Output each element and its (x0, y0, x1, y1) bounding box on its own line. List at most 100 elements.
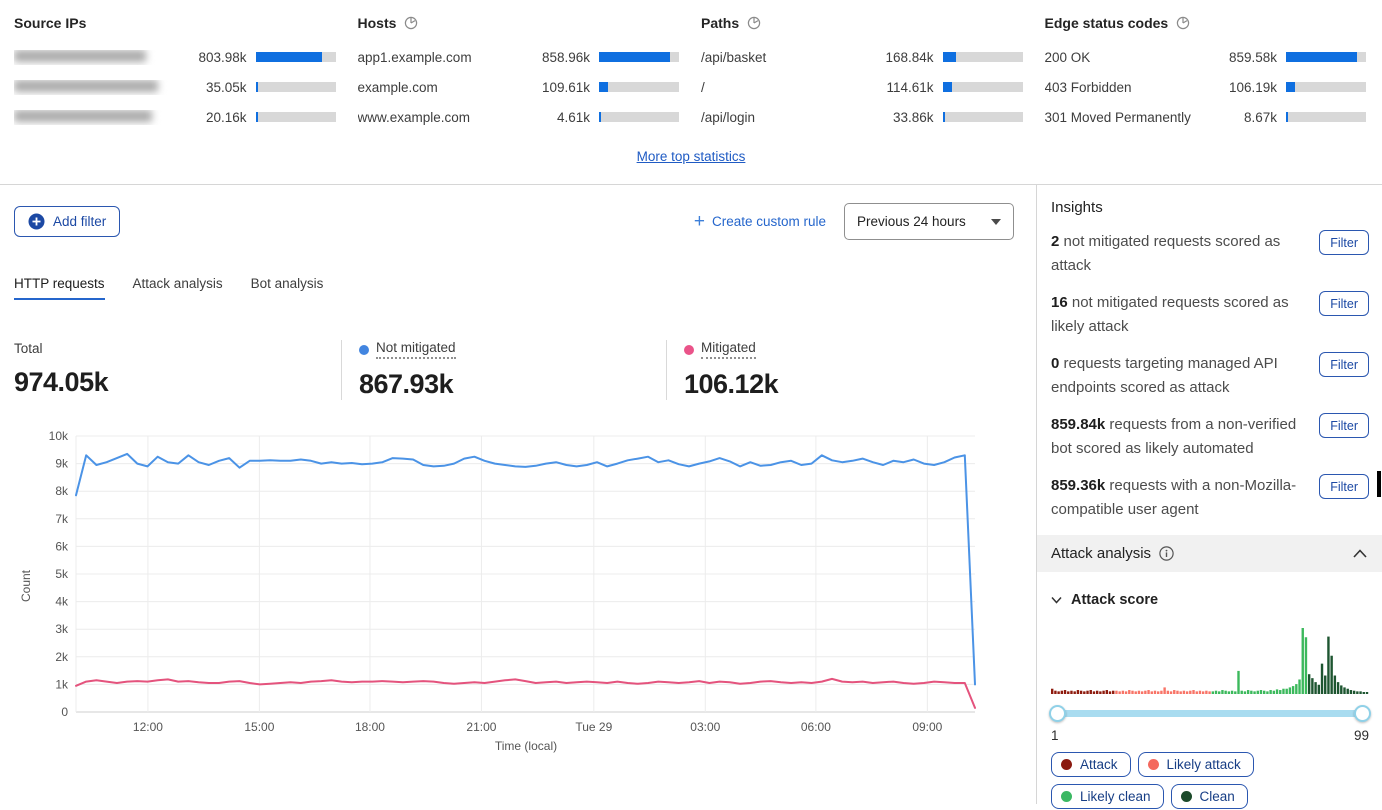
pie-chart-icon[interactable] (1176, 16, 1190, 30)
legend-dot (1061, 759, 1072, 770)
summary-card: Total974.05k (14, 340, 341, 400)
stat-row: 20.16k (14, 102, 336, 132)
tab-bot-analysis[interactable]: Bot analysis (251, 276, 324, 300)
stat-column-title-text: Hosts (358, 15, 397, 31)
stat-row-value: 4.61k (524, 110, 590, 125)
stat-row-bar (256, 82, 336, 92)
pie-chart-icon[interactable] (404, 16, 418, 30)
stat-row-bar-fill (599, 82, 608, 92)
stat-row-value: 859.58k (1211, 50, 1277, 65)
slider-max-label: 99 (1354, 728, 1369, 743)
stat-row-value: 20.16k (181, 110, 247, 125)
legend-dot (1061, 791, 1072, 802)
stat-row-bar (599, 82, 679, 92)
svg-text:4k: 4k (55, 594, 69, 608)
attack-score-histogram (1051, 624, 1369, 699)
svg-text:Tue 29: Tue 29 (575, 720, 612, 734)
insight-filter-button[interactable]: Filter (1319, 291, 1369, 316)
plus-icon: + (694, 212, 705, 231)
stat-row-label (14, 80, 181, 95)
slider-track[interactable] (1051, 710, 1369, 717)
summary-card: Not mitigated 867.93k (341, 340, 666, 400)
insight-filter-button[interactable]: Filter (1319, 413, 1369, 438)
attack-score-row[interactable]: Attack score (1051, 592, 1369, 608)
stat-row-bar (1286, 82, 1366, 92)
attack-analysis-header[interactable]: Attack analysis (1037, 535, 1382, 572)
stat-row-value: 35.05k (181, 80, 247, 95)
tab-attack-analysis[interactable]: Attack analysis (133, 276, 223, 300)
stat-row-value: 114.61k (868, 80, 934, 95)
stat-row-value: 33.86k (868, 110, 934, 125)
stat-row-bar-fill (256, 52, 322, 62)
create-custom-rule-link[interactable]: + Create custom rule (694, 212, 826, 231)
attack-score-range-slider (1051, 705, 1369, 721)
attack-analysis-title: Attack analysis (1051, 545, 1151, 562)
summary-card-label-text: Not mitigated (376, 340, 456, 359)
svg-text:8k: 8k (55, 484, 69, 498)
stat-row-label: /api/basket (701, 50, 868, 65)
slider-handle-max[interactable] (1354, 705, 1371, 722)
summary-card-value: 867.93k (359, 369, 666, 400)
series-dot (684, 345, 694, 355)
stat-row-bar-fill (599, 112, 601, 122)
slider-handle-min[interactable] (1049, 705, 1066, 722)
legend-pill-clean[interactable]: Clean (1171, 784, 1248, 809)
stat-column-title: Paths (701, 12, 1023, 34)
stat-column: Edge status codes200 OK859.58k403 Forbid… (1045, 12, 1367, 132)
stat-row-value: 803.98k (181, 50, 247, 65)
stat-row: 403 Forbidden106.19k (1045, 72, 1367, 102)
legend-pill-likely-clean[interactable]: Likely clean (1051, 784, 1164, 809)
x-axis-title: Time (local) (495, 739, 557, 753)
summary-card-label: Not mitigated (359, 340, 456, 359)
stat-row-value: 858.96k (524, 50, 590, 65)
collapse-chevron-up-icon[interactable] (1351, 544, 1369, 563)
summary-card-value: 974.05k (14, 367, 341, 398)
plus-circle-icon (28, 213, 45, 230)
http-requests-chart: 01k2k3k4k5k6k7k8k9k10k12:0015:0018:0021:… (14, 424, 1036, 759)
chevron-down-icon (991, 219, 1001, 225)
pie-chart-icon[interactable] (747, 16, 761, 30)
stat-row-bar-fill (1286, 52, 1357, 62)
slider-min-label: 1 (1051, 728, 1059, 743)
stat-row: 803.98k (14, 42, 336, 72)
insight-text: 859.36k requests with a non-Mozilla-comp… (1051, 474, 1319, 522)
stat-row: example.com109.61k (358, 72, 680, 102)
more-top-statistics-link[interactable]: More top statistics (637, 149, 746, 164)
stat-row-label: 301 Moved Permanently (1045, 110, 1212, 125)
chevron-down-icon (1051, 596, 1062, 604)
stat-row-label: 403 Forbidden (1045, 80, 1212, 95)
add-filter-button[interactable]: Add filter (14, 206, 120, 237)
svg-text:1k: 1k (55, 677, 69, 691)
insight-item: 2 not mitigated requests scored as attac… (1051, 230, 1369, 278)
legend-pill-label: Attack (1080, 757, 1118, 772)
stat-column: Paths/api/basket168.84k/114.61k/api/logi… (701, 12, 1023, 132)
insight-text: 859.84k requests from a non-verified bot… (1051, 413, 1319, 461)
svg-text:2k: 2k (55, 649, 69, 663)
insight-filter-button[interactable]: Filter (1319, 474, 1369, 499)
stat-row: 200 OK859.58k (1045, 42, 1367, 72)
stat-column-title-text: Source IPs (14, 15, 86, 31)
stat-row-label: app1.example.com (358, 50, 525, 65)
stat-row: app1.example.com858.96k (358, 42, 680, 72)
time-range-select[interactable]: Previous 24 hours (844, 203, 1014, 240)
stat-column-title: Source IPs (14, 12, 336, 34)
insight-filter-button[interactable]: Filter (1319, 352, 1369, 377)
tab-http-requests[interactable]: HTTP requests (14, 276, 105, 300)
svg-text:9k: 9k (55, 456, 69, 470)
svg-text:6k: 6k (55, 539, 69, 553)
filter-toolbar: Add filter + Create custom rule Previous… (14, 203, 1036, 240)
summary-card-value: 106.12k (684, 369, 991, 400)
stat-row-bar-fill (256, 112, 258, 122)
stat-row: 35.05k (14, 72, 336, 102)
insight-item: 859.36k requests with a non-Mozilla-comp… (1051, 474, 1369, 522)
svg-text:03:00: 03:00 (690, 720, 720, 734)
stat-row: www.example.com4.61k (358, 102, 680, 132)
info-icon[interactable] (1159, 546, 1174, 561)
insight-filter-button[interactable]: Filter (1319, 230, 1369, 255)
legend-pill-likely-attack[interactable]: Likely attack (1138, 752, 1254, 777)
y-axis-title: Count (19, 569, 33, 602)
stat-row-bar (256, 112, 336, 122)
legend-pill-attack[interactable]: Attack (1051, 752, 1131, 777)
svg-text:3k: 3k (55, 622, 69, 636)
svg-text:21:00: 21:00 (466, 720, 496, 734)
